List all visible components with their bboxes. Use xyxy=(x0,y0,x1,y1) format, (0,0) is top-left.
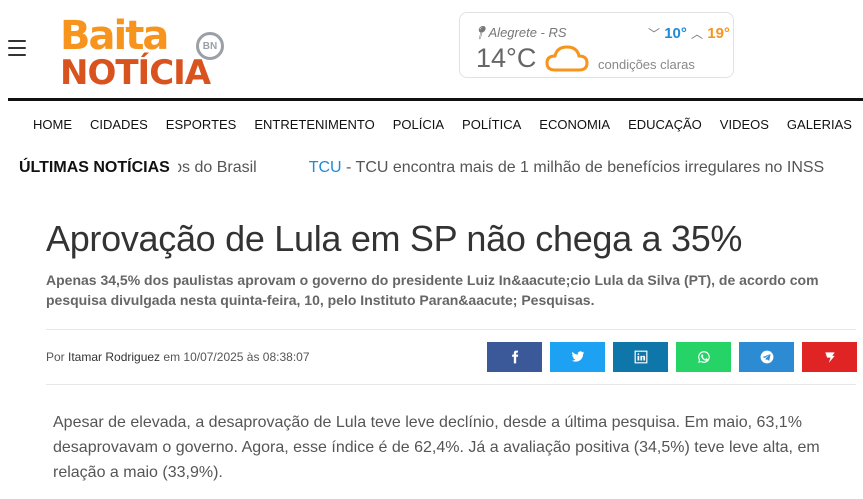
main-nav: HOME CIDADES ESPORTES ENTRETENIMENTO POL… xyxy=(24,115,861,134)
nav-home[interactable]: HOME xyxy=(24,115,81,134)
share-other-button[interactable] xyxy=(802,342,857,372)
linkedin-icon xyxy=(634,350,647,364)
divider xyxy=(46,329,856,330)
weather-max: 19° xyxy=(707,25,730,42)
site-logo[interactable]: Baita BN NOTÍCIA xyxy=(60,14,230,92)
article-author: Itamar Rodriguez xyxy=(68,350,161,364)
arrow-down-icon: ﹀ xyxy=(648,27,661,41)
weather-location: 📍︎Alegrete - RS xyxy=(472,25,567,40)
article-body: Apesar de elevada, a desaprovação de Lul… xyxy=(53,414,820,481)
weather-condition: condições claras xyxy=(598,57,695,72)
article-title: Aprovação de Lula em SP não chega a 35% xyxy=(46,218,743,259)
share-twitter-button[interactable] xyxy=(550,342,605,372)
share-facebook-button[interactable] xyxy=(487,342,542,372)
ticker-headline[interactable]: TCU encontra mais de 1 milhão de benefíc… xyxy=(356,159,825,176)
nav-economia[interactable]: ECONOMIA xyxy=(530,115,619,134)
ticker-track: egros do Brasil TCU - TCU encontra mais d… xyxy=(150,159,824,177)
ticker-label: ÚLTIMAS NOTÍCIAS xyxy=(19,159,178,177)
menu-icon[interactable] xyxy=(8,40,26,56)
facebook-icon xyxy=(511,350,518,364)
logo-line1: Baita xyxy=(60,13,169,59)
weather-widget: 📍︎Alegrete - RS 14°C ﹀ 10° ︿ 19° condiçõ… xyxy=(459,12,734,78)
article-byline: Por Itamar Rodriguez em 10/07/2025 às 08… xyxy=(46,350,310,364)
ticker-separator: - xyxy=(341,159,356,176)
location-pin-icon: 📍︎ xyxy=(472,25,489,40)
whatsapp-icon xyxy=(697,351,710,363)
share-whatsapp-button[interactable] xyxy=(676,342,731,372)
logo-line2: NOTÍCIA xyxy=(60,53,211,93)
share-bar xyxy=(487,342,857,372)
nav-videos[interactable]: VIDEOS xyxy=(711,115,778,134)
ticker-tag[interactable]: TCU xyxy=(309,159,342,176)
nav-cidades[interactable]: CIDADES xyxy=(81,115,157,134)
nav-galerias[interactable]: GALERIAS xyxy=(778,115,861,134)
share-telegram-button[interactable] xyxy=(739,342,794,372)
nav-policia[interactable]: POLÍCIA xyxy=(384,115,453,134)
news-ticker: ÚLTIMAS NOTÍCIAS egros do Brasil TCU - TC… xyxy=(0,150,863,186)
nav-educacao[interactable]: EDUCAÇÃO xyxy=(619,115,711,134)
cloud-icon xyxy=(545,45,589,72)
arrow-up-icon: ︿ xyxy=(691,27,704,41)
twitter-icon xyxy=(571,351,584,362)
weather-temperature: 14°C xyxy=(476,43,537,73)
nav-entretenimento[interactable]: ENTRETENIMENTO xyxy=(245,115,383,134)
header-divider xyxy=(8,98,863,101)
article-subtitle: Apenas 34,5% dos paulistas aprovam o gov… xyxy=(46,272,819,308)
telegram-icon xyxy=(760,350,773,364)
nav-politica[interactable]: POLÍTICA xyxy=(453,115,530,134)
byline-prefix: Por xyxy=(46,350,69,364)
share-app-icon xyxy=(824,352,835,363)
weather-min: 10° xyxy=(664,25,687,42)
nav-esportes[interactable]: ESPORTES xyxy=(157,115,246,134)
divider xyxy=(46,384,856,385)
article-date: em 10/07/2025 às 08:38:07 xyxy=(160,350,310,364)
weather-range: ﹀ 10° ︿ 19° xyxy=(648,25,730,42)
share-linkedin-button[interactable] xyxy=(613,342,668,372)
